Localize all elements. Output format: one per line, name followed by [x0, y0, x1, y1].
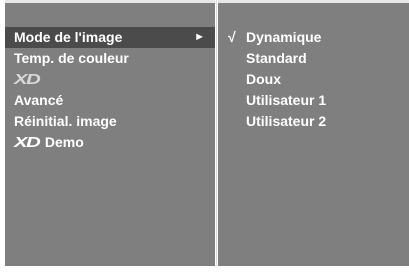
option-standard[interactable]: Standard: [218, 48, 409, 69]
menu-item-reset-picture[interactable]: Réinitial. image: [5, 111, 215, 132]
menu-item-xd-demo[interactable]: XD Demo: [5, 132, 215, 153]
picture-mode-submenu-panel: √ Dynamique Standard Doux Utilisateur 1 …: [216, 0, 409, 266]
menu-item-label: Temp. de couleur: [14, 50, 129, 66]
picture-menu-panel: Mode de l'image ► Temp. de couleur XD Av…: [5, 0, 215, 266]
option-user-1[interactable]: Utilisateur 1: [218, 90, 409, 111]
xd-logo-icon: XD: [14, 71, 41, 88]
picture-settings-screen: Mode de l'image ► Temp. de couleur XD Av…: [0, 0, 409, 280]
menu-item-label: Avancé: [14, 92, 64, 108]
menu-item-label: Réinitial. image: [14, 113, 117, 129]
menu-item-label: Demo: [44, 134, 84, 150]
picture-mode-options: √ Dynamique Standard Doux Utilisateur 1 …: [218, 3, 409, 132]
option-label: Standard: [246, 50, 307, 66]
option-label: Utilisateur 2: [246, 113, 327, 129]
submenu-arrow-icon: ►: [194, 31, 205, 43]
picture-menu-list: Mode de l'image ► Temp. de couleur XD Av…: [5, 3, 215, 153]
option-label: Doux: [246, 71, 281, 87]
option-label: Utilisateur 1: [246, 92, 327, 108]
menu-item-xd[interactable]: XD: [5, 69, 215, 90]
menu-item-label: Mode de l'image: [14, 29, 123, 45]
option-user-2[interactable]: Utilisateur 2: [218, 111, 409, 132]
xd-logo-icon: XD: [14, 134, 41, 151]
option-dynamic[interactable]: √ Dynamique: [218, 27, 409, 48]
check-mark-icon: √: [228, 29, 236, 45]
menu-item-color-temperature[interactable]: Temp. de couleur: [5, 48, 215, 69]
option-label: Dynamique: [246, 29, 322, 45]
menu-item-advanced[interactable]: Avancé: [5, 90, 215, 111]
menu-item-picture-mode[interactable]: Mode de l'image ►: [5, 27, 215, 48]
option-soft[interactable]: Doux: [218, 69, 409, 90]
